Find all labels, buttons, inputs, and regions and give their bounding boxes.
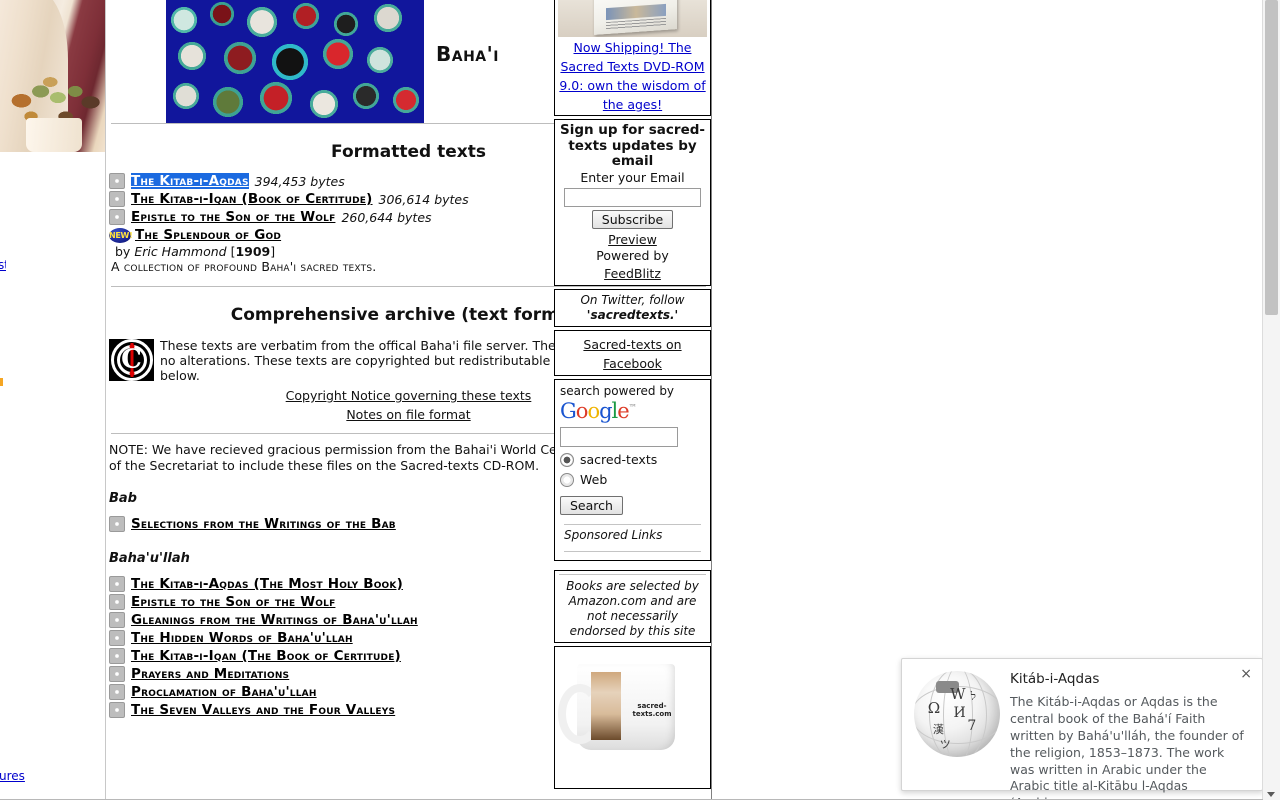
close-icon[interactable]: × xyxy=(1240,667,1252,681)
byline-year: 1909 xyxy=(235,244,271,259)
radio-scope-sacred-texts[interactable]: sacred-texts xyxy=(560,452,705,467)
newsletter-enter-label: Enter your Email xyxy=(580,169,685,185)
sponsored-links-section: Sponsored Links xyxy=(560,524,705,553)
newsletter-title: Sign up for sacred-texts updates by emai… xyxy=(559,122,706,170)
cd-icon xyxy=(109,629,125,646)
mug-body: sacred-texts.com xyxy=(558,664,675,751)
cd-icon xyxy=(109,575,125,592)
radio-scope-web[interactable]: Web xyxy=(560,472,705,487)
byline-prefix: by xyxy=(115,244,135,259)
search-powered-label: search powered by xyxy=(560,383,675,398)
wikipedia-hovercard[interactable]: W Ω И 7 漢 ל ツ Kitáb-i-Aqdas The Kitáb-i-… xyxy=(901,658,1263,800)
cd-icon xyxy=(109,701,125,718)
byline-author: Eric Hammond xyxy=(134,244,227,259)
email-field[interactable] xyxy=(564,187,701,207)
newsletter-box: Sign up for sacred-texts updates by emai… xyxy=(554,119,711,286)
link-prayers-meditations[interactable]: Prayers and Meditations xyxy=(131,666,289,682)
mug-artwork xyxy=(591,672,621,741)
twitter-box: On Twitter, follow 'sacredtexts.' xyxy=(554,288,711,327)
amazon-disclaimer: Books are selected by Amazon.com and are… xyxy=(566,579,699,639)
radio-icon-selected[interactable] xyxy=(560,452,574,467)
link-dvd-rom-promo[interactable]: Now Shipping! The Sacred Texts DVD-ROM 9… xyxy=(559,40,705,112)
globe-glyph-lamed: ל xyxy=(970,689,976,703)
cd-icon xyxy=(109,665,125,682)
globe-glyph-han: 漢 xyxy=(932,722,944,736)
wikipedia-globe-icon: W Ω И 7 漢 ל ツ xyxy=(914,671,1000,757)
wikipedia-card-extract: The Kitáb-i-Aqdas or Aqdas is the centra… xyxy=(1010,694,1244,800)
mug-image[interactable]: sacred-texts.com xyxy=(558,650,706,785)
google-tm: ™ xyxy=(628,402,637,412)
dvd-rom-image[interactable] xyxy=(558,0,707,37)
globe-glyph-seven: 7 xyxy=(967,718,977,735)
cd-icon xyxy=(109,593,125,610)
new-badge-icon: NEW! xyxy=(109,227,133,243)
link-kitab-i-aqdas-formatted[interactable]: The Kitab-i-Aqdas xyxy=(131,173,249,189)
link-kitab-i-aqdas-most-holy-book[interactable]: The Kitab-i-Aqdas (The Most Holy Book) xyxy=(131,576,403,592)
edge-link-fragment-bottom[interactable]: ures xyxy=(0,769,25,783)
google-search-box: search powered by Google™ sacred-texts W… xyxy=(554,378,711,562)
link-epistle-son-of-wolf[interactable]: Epistle to the Son of the Wolf xyxy=(131,594,335,610)
mug-product-box[interactable]: sacred-texts.com xyxy=(554,646,711,790)
copyright-icon: C xyxy=(109,339,154,381)
wikipedia-card-title: Kitáb-i-Aqdas xyxy=(1010,671,1100,687)
scrollbar-thumb[interactable] xyxy=(1265,0,1278,315)
link-kitab-i-iqan-formatted[interactable]: The Kitab-i-Iqan (Book of Certitude) xyxy=(131,191,373,207)
link-hidden-words[interactable]: The Hidden Words of Baha'u'llah xyxy=(131,630,353,646)
scrollbar-down-arrow-icon[interactable] xyxy=(1267,792,1275,797)
search-button[interactable]: Search xyxy=(560,496,623,516)
link-proclamation-bahaullah[interactable]: Proclamation of Baha'u'llah xyxy=(131,684,317,700)
cd-icon xyxy=(109,683,125,700)
radio-label-web: Web xyxy=(580,472,608,488)
cd-icon xyxy=(109,647,125,664)
file-size: 306,614 bytes xyxy=(378,191,469,207)
twitter-handle: 'sacredtexts.' xyxy=(586,307,679,322)
cd-icon xyxy=(109,515,125,532)
dvd-promo-box: Now Shipping! The Sacred Texts DVD-ROM 9… xyxy=(554,0,711,116)
wikipedia-card-body: Kitáb-i-Aqdas The Kitáb-i-Aqdas or Aqdas… xyxy=(1010,671,1248,800)
cd-icon xyxy=(109,611,125,628)
right-sidebar: Now Shipping! The Sacred Texts DVD-ROM 9… xyxy=(554,0,711,792)
globe-glyph-omega: Ω xyxy=(927,699,941,718)
link-preview[interactable]: Preview xyxy=(608,232,657,247)
link-gleanings-writings[interactable]: Gleanings from the Writings of Baha'u'll… xyxy=(131,612,418,628)
globe-glyph-u: И xyxy=(953,705,966,722)
cd-icon xyxy=(109,173,125,189)
radio-icon[interactable] xyxy=(560,472,574,487)
facebook-box[interactable]: Sacred-texts on Facebook xyxy=(554,329,711,376)
link-seven-valleys[interactable]: The Seven Valleys and the Four Valleys xyxy=(131,702,395,718)
link-splendour-of-god[interactable]: The Splendour of God xyxy=(135,227,281,243)
link-feedblitz[interactable]: FeedBlitz xyxy=(604,266,661,281)
powered-by-label: Powered by xyxy=(596,247,669,263)
edge-link-fragment-top[interactable]: st xyxy=(0,258,6,272)
subscribe-button[interactable]: Subscribe xyxy=(591,209,674,229)
cd-icon xyxy=(109,191,125,207)
mug-brand-text: sacred-texts.com xyxy=(632,702,672,719)
amazon-disclaimer-box: Books are selected by Amazon.com and are… xyxy=(554,570,711,644)
bahai-mosaic-image xyxy=(166,0,424,123)
file-size: 260,644 bytes xyxy=(341,209,432,225)
globe-glyph-w: W xyxy=(950,684,966,703)
globe-glyph-tsu: ツ xyxy=(939,738,951,752)
file-size: 394,453 bytes xyxy=(254,173,345,189)
google-logo: Google™ xyxy=(560,398,637,423)
edge-color-fragment xyxy=(0,378,3,386)
sponsored-links-label: Sponsored Links xyxy=(564,528,663,543)
twitter-prefix: On Twitter, follow xyxy=(580,292,685,307)
radio-label-sacred-texts: sacred-texts xyxy=(580,452,658,468)
link-epistle-son-of-wolf-formatted[interactable]: Epistle to the Son of the Wolf xyxy=(131,209,335,225)
link-kitab-i-iqan-certitude[interactable]: The Kitab-i-Iqan (The Book of Certitude) xyxy=(131,648,401,664)
link-selections-writings-bab[interactable]: Selections from the Writings of the Bab xyxy=(131,516,396,532)
cd-icon xyxy=(109,209,125,225)
link-notes-file-format[interactable]: Notes on file format xyxy=(346,407,470,422)
vertical-scrollbar[interactable] xyxy=(1262,0,1280,800)
left-edge-artwork xyxy=(0,0,105,152)
artwork-vase xyxy=(26,118,82,152)
search-input[interactable] xyxy=(560,427,678,448)
link-facebook[interactable]: Sacred-texts on Facebook xyxy=(583,337,681,371)
link-copyright-notice[interactable]: Copyright Notice governing these texts xyxy=(286,388,532,403)
page-title: Baha'i xyxy=(436,42,499,66)
